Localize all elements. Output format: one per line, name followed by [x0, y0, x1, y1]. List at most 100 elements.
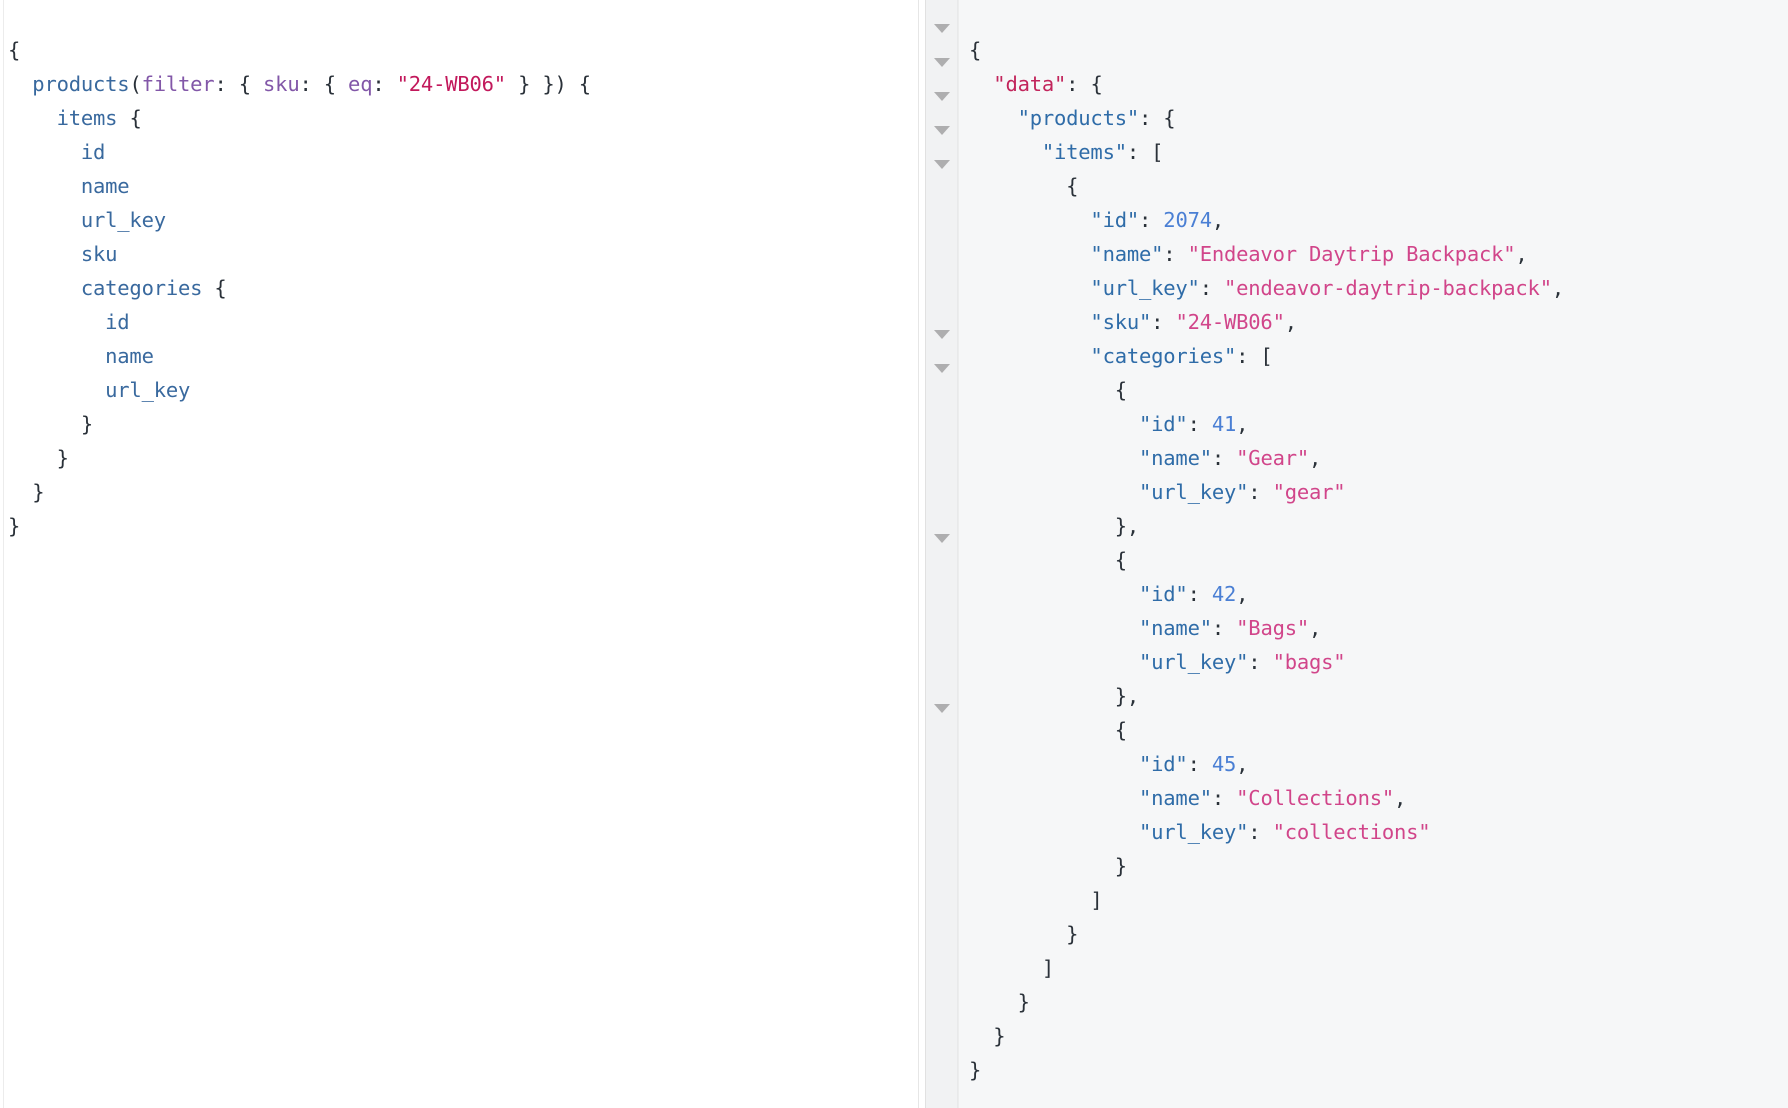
code-token-key: "name" [1090, 241, 1164, 266]
code-token-key: "id" [1090, 207, 1139, 232]
fold-arrow-items[interactable] [934, 126, 950, 135]
fold-arrow-categories[interactable] [934, 330, 950, 339]
code-token-punc: , [1236, 751, 1249, 776]
code-token-str: "24-WB06" [1175, 309, 1285, 334]
code-token-str: "Endeavor Daytrip Backpack" [1187, 241, 1516, 266]
query-editor-pane[interactable]: { products(filter: { sku: { eq: "24-WB06… [0, 0, 918, 1108]
code-token-punc: , [1309, 445, 1322, 470]
json-code-line: }, [969, 509, 1788, 543]
query-code-line: name [8, 339, 918, 373]
fold-arrow-category-0[interactable] [934, 364, 950, 373]
json-code-line: } [969, 1053, 1788, 1087]
json-response-code[interactable]: { "data": { "products": { "items": [ { "… [969, 33, 1788, 1087]
json-code-line: "url_key": "collections" [969, 815, 1788, 849]
code-token-punc: { [1114, 717, 1127, 742]
code-token-field: name [105, 343, 154, 368]
json-code-line: { [969, 169, 1788, 203]
response-viewer-pane: { "data": { "products": { "items": [ { "… [926, 0, 1788, 1108]
code-token-punc: { [969, 37, 982, 62]
code-token-arg: sku [263, 71, 300, 96]
code-token-str: "endeavor-daytrip-backpack" [1224, 275, 1552, 300]
code-token-punc: : { [214, 71, 264, 96]
query-code-line: categories { [8, 271, 918, 305]
code-token-punc: } [993, 1023, 1006, 1048]
code-token-str: "Gear" [1236, 445, 1310, 470]
code-token-key: "id" [1139, 751, 1188, 776]
code-token-punc: : [1248, 479, 1273, 504]
code-token-punc: , [1284, 309, 1297, 334]
code-token-num: 2074 [1163, 207, 1212, 232]
code-token-punc: { [202, 275, 227, 300]
code-token-key: "id" [1139, 411, 1188, 436]
code-token-punc: : [1211, 785, 1237, 810]
json-code-line: } [969, 1019, 1788, 1053]
json-code-line: "items": [ [969, 135, 1788, 169]
query-code-line: } [8, 509, 918, 543]
json-code-line: "name": "Endeavor Daytrip Backpack", [969, 237, 1788, 271]
query-code-line: id [8, 305, 918, 339]
code-token-punc: , [1309, 615, 1322, 640]
json-code-line: ] [969, 883, 1788, 917]
json-code-line: "name": "Collections", [969, 781, 1788, 815]
code-token-key: "name" [1139, 785, 1212, 810]
json-code-line: "name": "Bags", [969, 611, 1788, 645]
response-body[interactable]: { "data": { "products": { "items": [ { "… [958, 0, 1788, 1108]
code-token-punc: : [1248, 819, 1273, 844]
code-token-punc: : [1248, 649, 1273, 674]
query-code-line: } [8, 407, 918, 441]
query-code-line: items { [8, 101, 918, 135]
code-token-punc: } [1066, 921, 1079, 946]
code-token-str: "24-WB06" [396, 71, 506, 96]
query-code-line: products(filter: { sku: { eq: "24-WB06" … [8, 67, 918, 101]
code-token-key: "products" [1017, 105, 1140, 130]
code-fold-gutter[interactable] [926, 0, 958, 1108]
json-code-line: "url_key": "endeavor-daytrip-backpack", [969, 271, 1788, 305]
code-token-str: "collections" [1272, 819, 1431, 844]
code-token-punc: , [1394, 785, 1407, 810]
code-token-arg: filter [141, 71, 215, 96]
json-code-line: }, [969, 679, 1788, 713]
query-code-line: id [8, 135, 918, 169]
code-token-punc: ] [1090, 887, 1103, 912]
code-token-punc: : [1151, 309, 1176, 334]
code-token-punc: : { [1066, 71, 1103, 96]
code-token-punc: } [32, 479, 45, 504]
json-code-line: "categories": [ [969, 339, 1788, 373]
code-token-punc: : [1211, 615, 1237, 640]
graphql-query-code[interactable]: { products(filter: { sku: { eq: "24-WB06… [8, 33, 918, 543]
code-token-field: products [32, 71, 130, 96]
json-code-line: "url_key": "gear" [969, 475, 1788, 509]
json-code-line: "id": 42, [969, 577, 1788, 611]
query-code-line: name [8, 169, 918, 203]
code-token-field: categories [80, 275, 203, 300]
pane-divider-handle[interactable] [918, 0, 926, 1108]
code-token-key: "items" [1041, 139, 1127, 164]
code-token-num: 42 [1211, 581, 1237, 606]
code-token-key: "name" [1139, 615, 1212, 640]
code-token-punc: , [1515, 241, 1528, 266]
json-code-line: { [969, 33, 1788, 67]
code-token-punc: , [1211, 207, 1225, 232]
fold-arrow-data[interactable] [934, 58, 950, 67]
code-token-key: "id" [1139, 581, 1188, 606]
code-token-punc: } [969, 1057, 982, 1082]
fold-arrow-category-2[interactable] [934, 704, 950, 713]
fold-arrow-root[interactable] [934, 24, 950, 33]
json-code-line: "url_key": "bags" [969, 645, 1788, 679]
code-token-punc: , [1236, 581, 1249, 606]
code-token-punc: ( [129, 71, 142, 96]
fold-arrow-category-1[interactable] [934, 534, 950, 543]
code-token-num: 41 [1211, 411, 1237, 436]
code-token-num: 45 [1211, 751, 1237, 776]
fold-arrow-products[interactable] [934, 92, 950, 101]
fold-arrow-item-0[interactable] [934, 160, 950, 169]
json-code-line: } [969, 849, 1788, 883]
code-token-punc: { [1066, 173, 1079, 198]
json-code-line: ] [969, 951, 1788, 985]
query-code-line: } [8, 441, 918, 475]
code-token-punc: : [1199, 275, 1224, 300]
code-token-punc: : [1187, 411, 1212, 436]
code-token-punc: ] [1041, 955, 1055, 980]
code-token-key: "sku" [1090, 309, 1152, 334]
json-code-line: { [969, 543, 1788, 577]
